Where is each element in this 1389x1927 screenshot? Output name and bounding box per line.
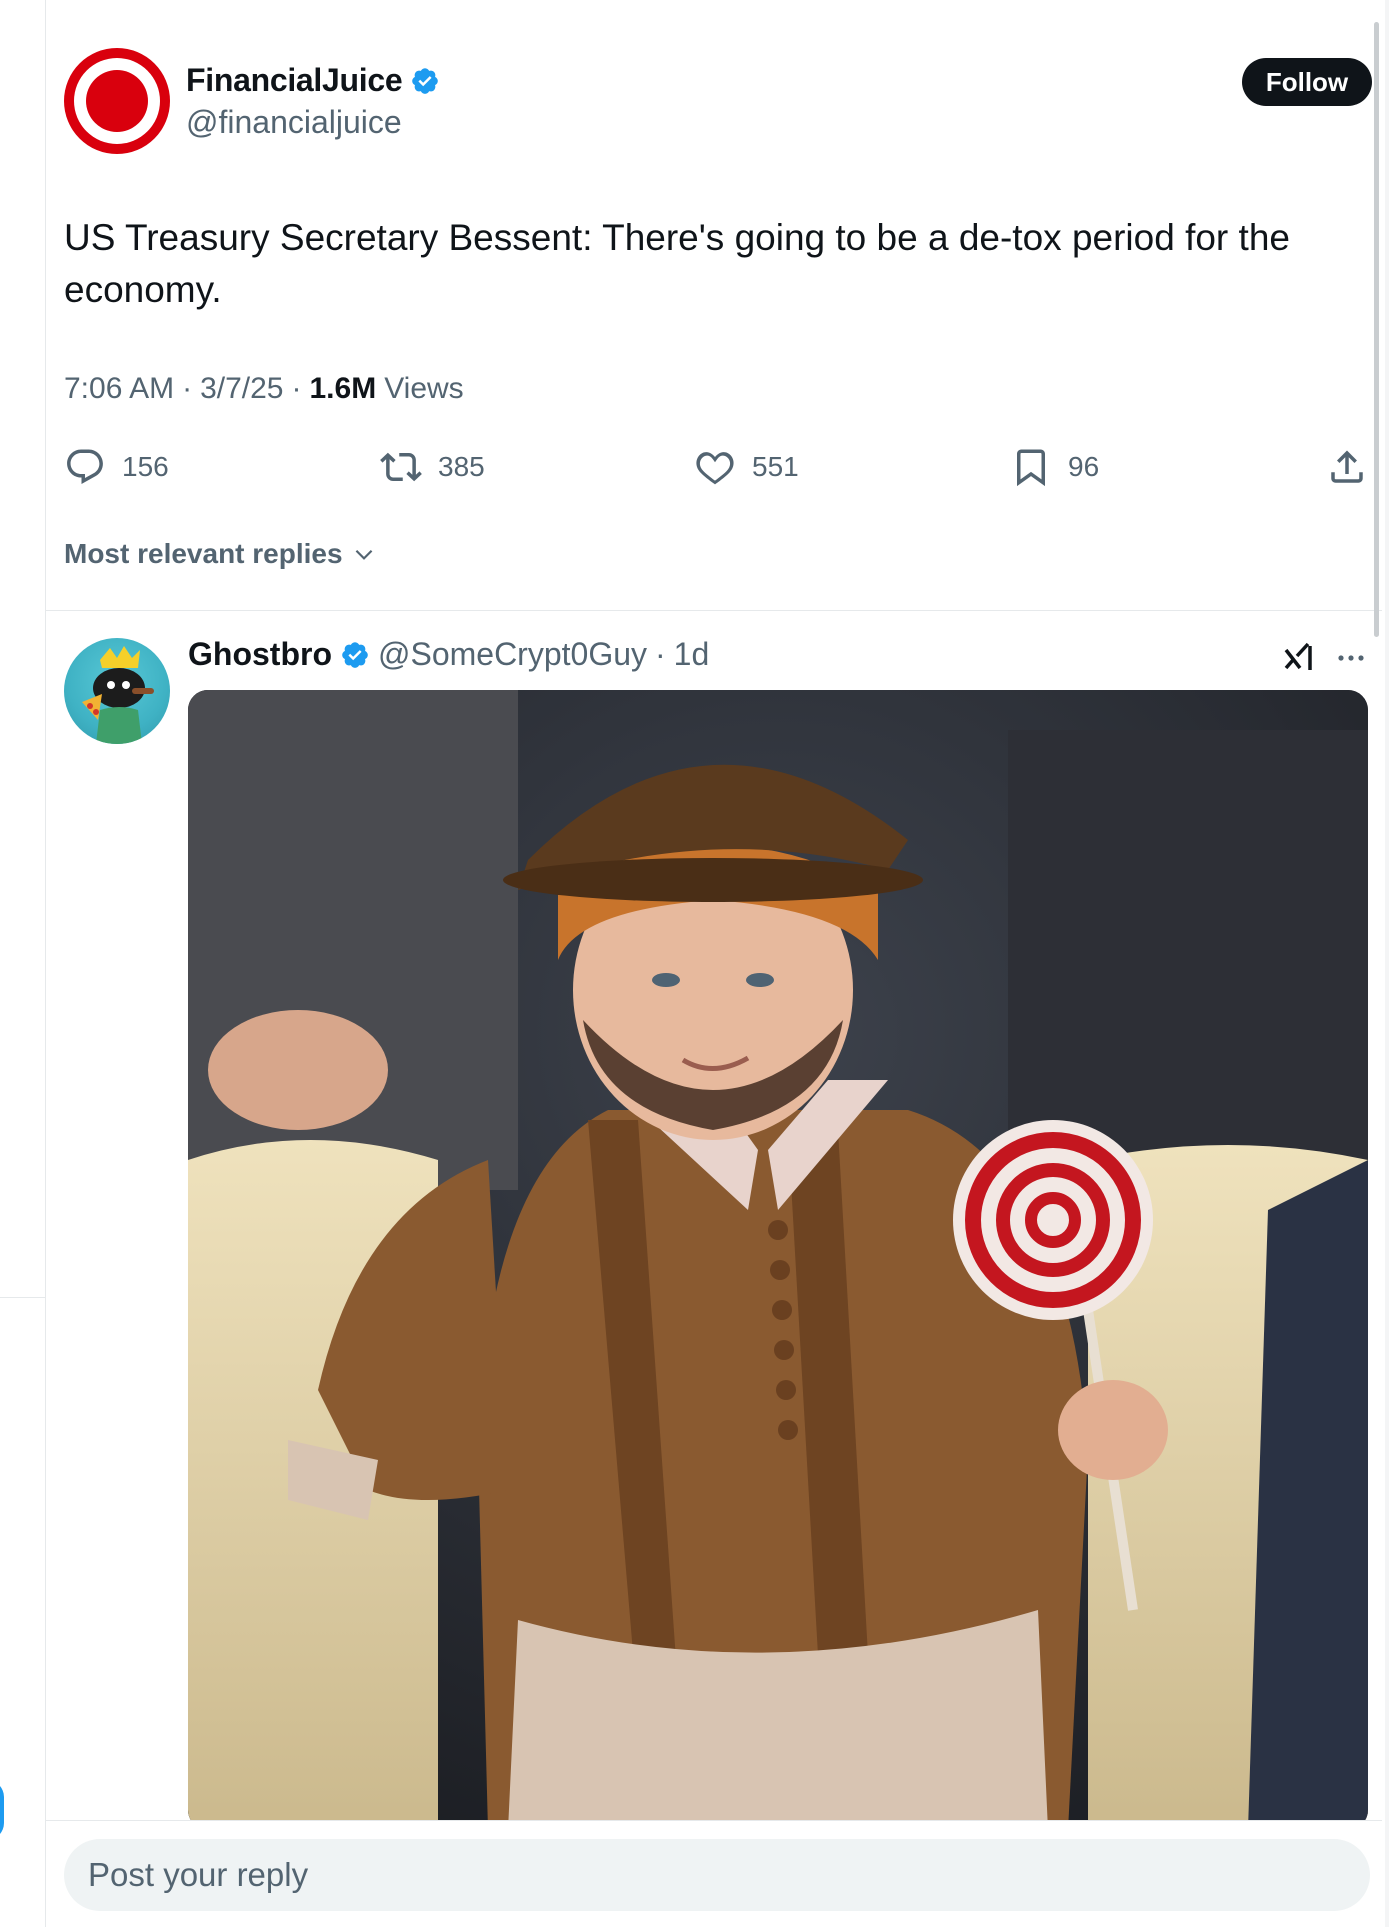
- tweet-text: US Treasury Secretary Bessent: There's g…: [64, 217, 1290, 310]
- right-edge: [1385, 0, 1389, 1927]
- follow-button[interactable]: Follow: [1242, 58, 1372, 106]
- reply-icon: [67, 449, 103, 484]
- bookmark-count: 96: [1068, 451, 1100, 482]
- scrollbar[interactable]: [1374, 22, 1379, 637]
- repost-count: 385: [438, 451, 485, 482]
- author-handle[interactable]: @financialjuice: [186, 104, 402, 141]
- tweet-author: FinancialJuice @financialjuice Follow: [64, 48, 1384, 158]
- rail-divider: [0, 1297, 46, 1298]
- avatar[interactable]: [64, 48, 170, 154]
- heart-icon: [696, 452, 734, 485]
- author-name-row: FinancialJuice: [186, 62, 440, 99]
- like-button[interactable]: 551: [694, 446, 799, 488]
- avatar-art: [82, 646, 154, 744]
- reply-count: 156: [122, 451, 169, 482]
- tweet-time[interactable]: 7:06 AM: [64, 372, 174, 406]
- photo-illustration: [188, 690, 1368, 1830]
- meta-separator: ·: [182, 372, 193, 405]
- views-count: 1.6M: [309, 372, 377, 405]
- reply-separator: ·: [655, 636, 666, 672]
- reply-header: Ghostbro @SomeCrypt0Guy · 1d: [188, 636, 709, 673]
- tweet-date[interactable]: 3/7/25: [200, 372, 283, 406]
- bookmark-button[interactable]: 96: [1010, 446, 1099, 488]
- reply-tweet[interactable]: Ghostbro @SomeCrypt0Guy · 1d: [64, 636, 1384, 1830]
- grok-icon[interactable]: [1280, 638, 1320, 678]
- tweet-meta: 7:06 AM · 3/7/25 · 1.6M Views: [64, 372, 464, 406]
- reply-button[interactable]: 156: [64, 446, 169, 488]
- divider: [46, 610, 1382, 611]
- replies-sort-dropdown[interactable]: Most relevant replies: [64, 538, 377, 570]
- share-button[interactable]: [1326, 446, 1368, 488]
- verified-badge-icon: [342, 641, 368, 668]
- bookmark-icon: [1017, 449, 1045, 487]
- tweet-actions: 156 385 551 96: [64, 446, 1370, 490]
- more-options-icon[interactable]: [1336, 646, 1366, 670]
- chevron-down-icon: [355, 549, 372, 560]
- share-icon: [1331, 450, 1363, 483]
- tweet-detail: FinancialJuice @financialjuice Follow US…: [46, 0, 1382, 1927]
- reply-media-photo[interactable]: [188, 690, 1368, 1830]
- reply-input[interactable]: Post your reply: [64, 1839, 1370, 1911]
- author-display-name[interactable]: FinancialJuice: [186, 62, 403, 99]
- like-count: 551: [752, 451, 799, 482]
- avatar[interactable]: [64, 638, 170, 744]
- reply-time[interactable]: 1d: [674, 636, 710, 673]
- verified-badge-icon: [412, 67, 439, 94]
- repost-icon: [380, 452, 422, 482]
- reply-handle[interactable]: @SomeCrypt0Guy: [378, 636, 647, 673]
- compose-fab-button[interactable]: [0, 1780, 4, 1840]
- left-rail: [0, 0, 46, 1927]
- meta-separator: ·: [291, 372, 302, 405]
- views-label: Views: [384, 372, 464, 405]
- replies-sort-label: Most relevant replies: [64, 538, 343, 569]
- reply-display-name[interactable]: Ghostbro: [188, 636, 332, 673]
- reply-composer-bar: Post your reply: [46, 1820, 1382, 1927]
- repost-button[interactable]: 385: [380, 446, 485, 488]
